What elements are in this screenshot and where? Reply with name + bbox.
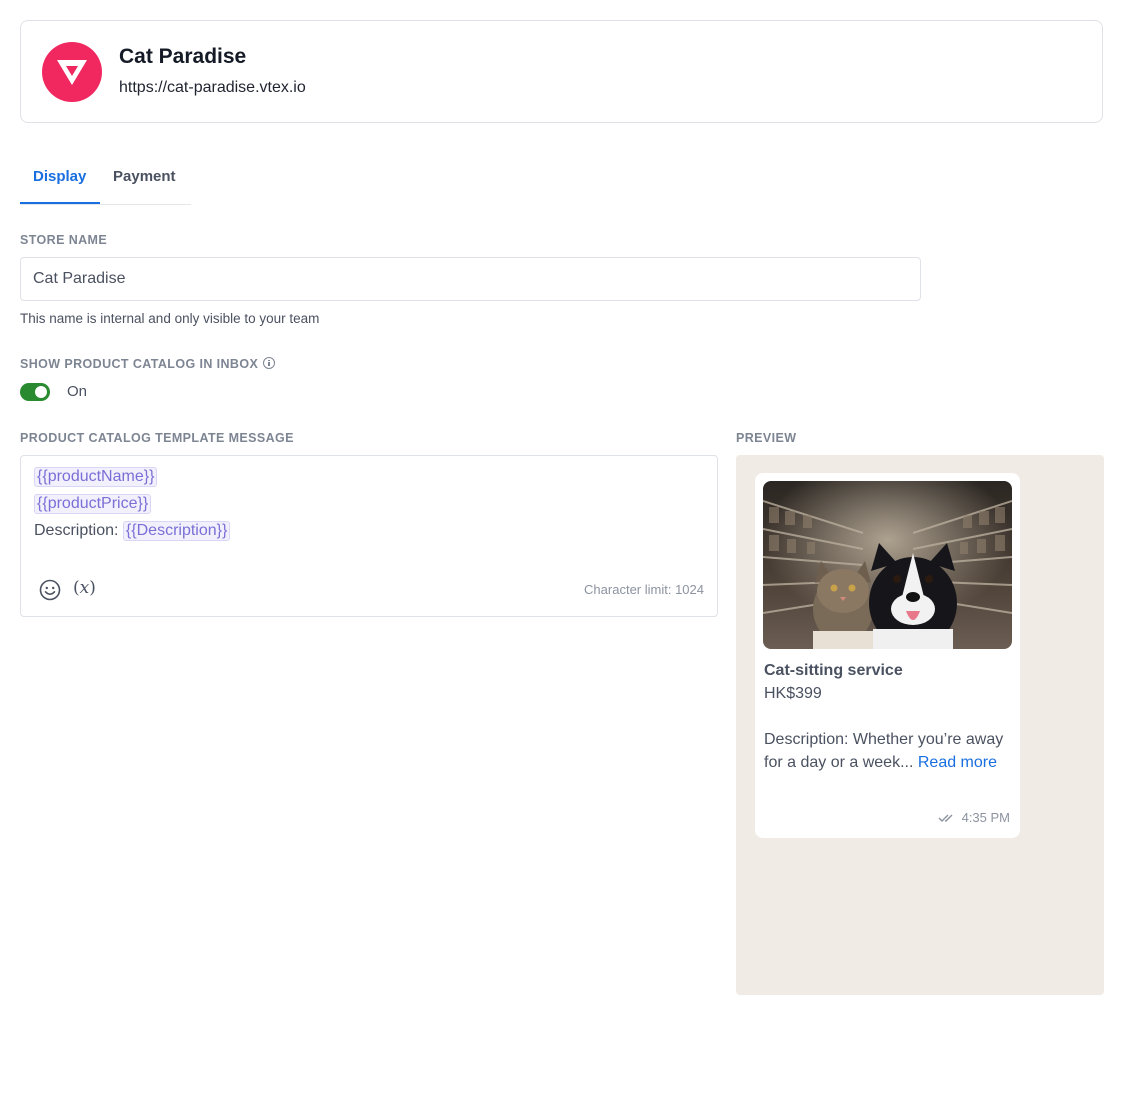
store-name-label: STORE NAME <box>20 233 108 247</box>
info-icon[interactable] <box>263 357 276 369</box>
store-name-helper: This name is internal and only visible t… <box>20 311 320 326</box>
double-check-icon <box>938 814 953 822</box>
tab-bar: Display Payment <box>20 160 191 205</box>
product-price: HK$399 <box>764 685 822 702</box>
catalog-toggle-state: On <box>67 383 88 400</box>
store-url: https://cat-paradise.vtex.io <box>119 79 306 96</box>
preview-label: PREVIEW <box>736 431 797 445</box>
store-name-input[interactable] <box>20 257 921 301</box>
tab-payment[interactable]: Payment <box>113 168 176 185</box>
message-bubble: Cat-sitting service HK$399 Description: … <box>755 473 1020 838</box>
preview-panel: Cat-sitting service HK$399 Description: … <box>736 455 1104 995</box>
active-tab-indicator <box>20 202 100 204</box>
template-line-1: {{productName}} <box>34 467 158 487</box>
catalog-toggle-label-row: SHOW PRODUCT CATALOG IN INBOX <box>20 357 276 371</box>
template-editor[interactable]: {{productName}} {{productPrice}} Descrip… <box>20 455 718 617</box>
template-description-prefix: Description: <box>34 522 123 539</box>
catalog-toggle-label: SHOW PRODUCT CATALOG IN INBOX <box>20 357 259 371</box>
store-card: Cat Paradise https://cat-paradise.vtex.i… <box>20 20 1103 123</box>
read-more-link[interactable]: Read more <box>918 754 997 771</box>
template-line-2: {{productPrice}} <box>34 494 152 514</box>
toggle-knob <box>35 386 47 398</box>
variable-fx-icon[interactable]: (x) <box>73 578 96 598</box>
template-line-3: Description: {{Description}} <box>34 521 231 541</box>
vtex-logo-icon <box>42 42 102 102</box>
product-description: Description: Whether you’re away for a d… <box>764 729 1014 774</box>
catalog-toggle[interactable] <box>20 383 50 401</box>
product-photo <box>763 481 1012 649</box>
tab-display[interactable]: Display <box>33 168 86 185</box>
character-limit: Character limit: 1024 <box>584 582 704 597</box>
message-time: 4:35 PM <box>961 810 1010 825</box>
variable-chip-description[interactable]: {{Description}} <box>122 521 231 541</box>
product-name: Cat-sitting service <box>764 662 903 679</box>
variable-chip-product-name[interactable]: {{productName}} <box>34 467 158 487</box>
smiley-icon[interactable] <box>39 579 61 601</box>
template-label: PRODUCT CATALOG TEMPLATE MESSAGE <box>20 431 294 445</box>
variable-chip-product-price[interactable]: {{productPrice}} <box>34 494 152 514</box>
message-meta: 4:35 PM <box>938 810 1010 825</box>
store-title: Cat Paradise <box>119 45 247 68</box>
